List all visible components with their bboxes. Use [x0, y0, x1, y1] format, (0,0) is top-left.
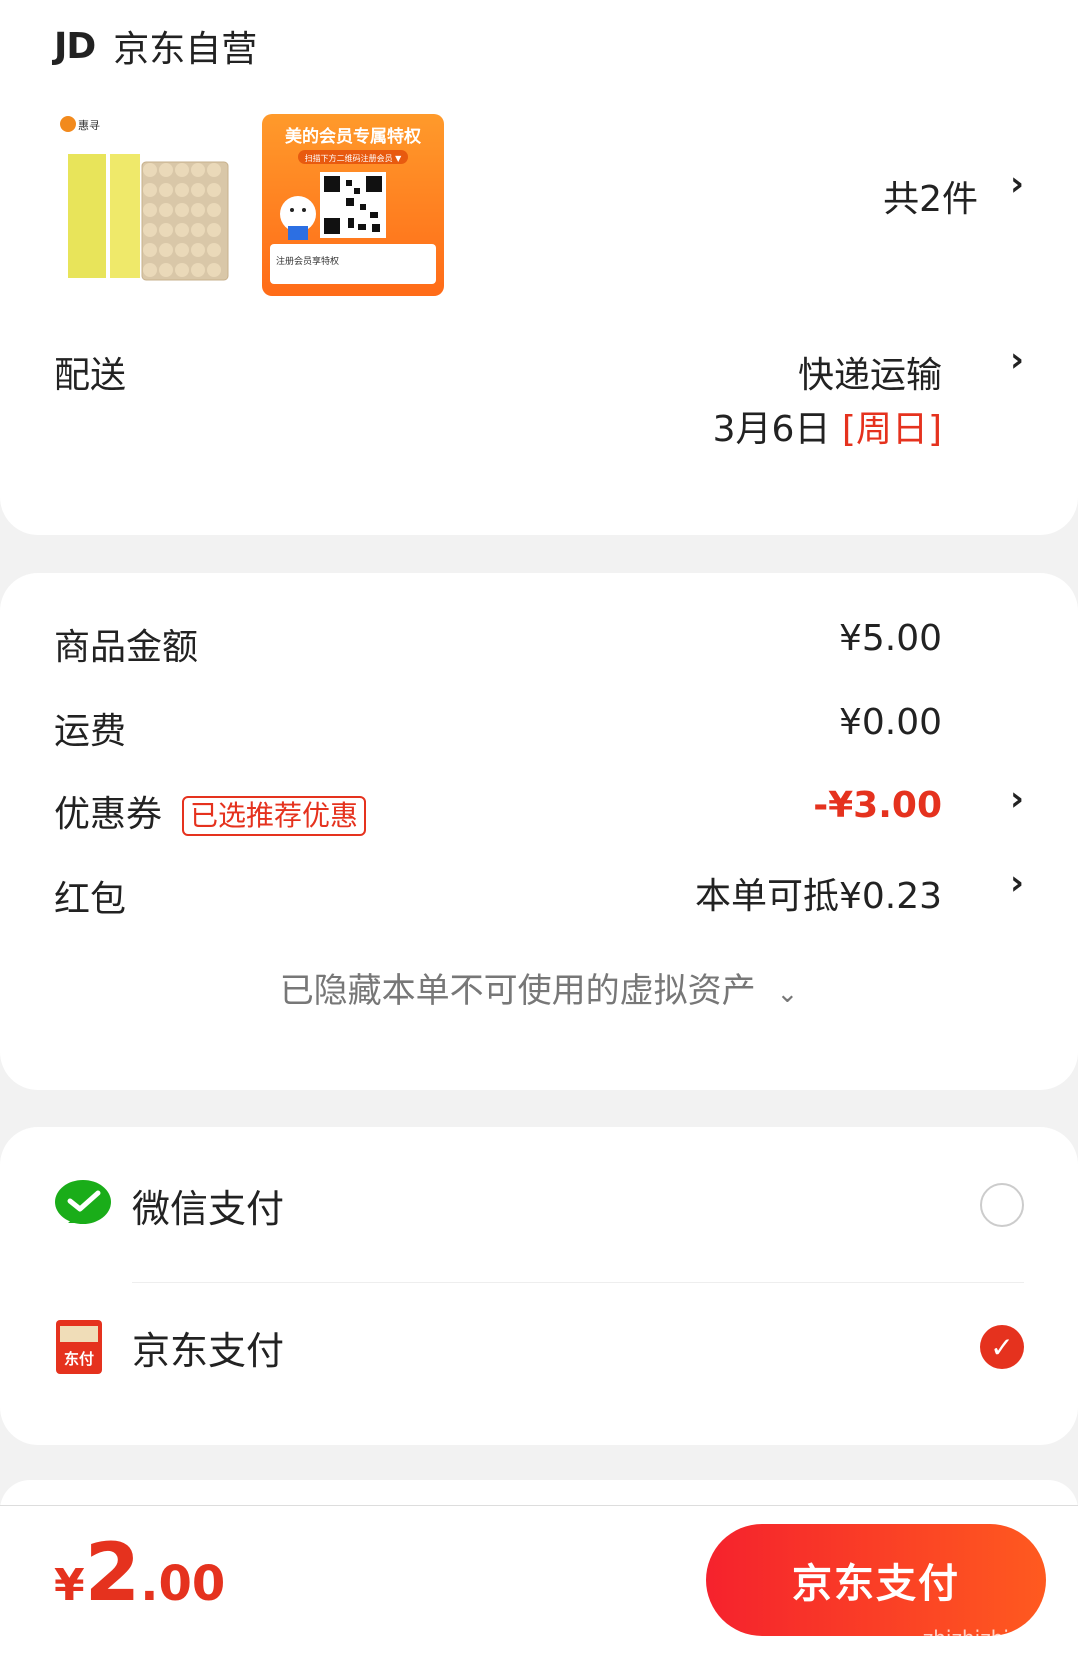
delivery-weekday: [周日] — [841, 409, 942, 450]
item-count[interactable]: 共2件 — [883, 170, 978, 222]
chevron-right-icon[interactable]: › — [1010, 863, 1024, 903]
coupon-value[interactable]: -¥3.00 — [813, 785, 942, 826]
brand-text: 惠寻 — [78, 118, 100, 132]
redpacket-label: 红包 — [54, 879, 127, 920]
svg-text:东付: 东付 — [64, 1350, 94, 1368]
total-price: ¥2.00 — [54, 1526, 225, 1619]
coupon-tag: 已选推荐优惠 — [182, 796, 367, 836]
tissue-product-image: 惠寻 — [60, 116, 229, 281]
promo-subtitle: 扫描下方二维码注册会员 ▼ — [305, 153, 403, 163]
redpacket-value[interactable]: 本单可抵¥0.23 — [695, 867, 942, 919]
watermark-text: zhizhizhi.com — [922, 1626, 1058, 1650]
total-integer: 2 — [84, 1526, 141, 1619]
member-card-image: 美的会员专属特权 扫描下方二维码注册会员 ▼ 注册会员享特权 — [270, 126, 436, 284]
chevron-right-icon[interactable]: › — [1010, 164, 1024, 204]
promo-title: 美的会员专属特权 — [285, 126, 422, 147]
payment-method-card: 微信支付 东付 京东支付 ✓ — [0, 1127, 1078, 1445]
radio-unselected[interactable] — [980, 1183, 1024, 1227]
product-thumbnail-member-card[interactable]: 美的会员专属特权 扫描下方二维码注册会员 ▼ 注册会员享特权 — [262, 114, 444, 296]
goods-amount-label: 商品金额 — [54, 627, 199, 668]
store-header: JD 京东自营 — [54, 20, 257, 72]
pay-button-label: 京东支付 — [792, 1561, 960, 1607]
payment-label: 微信支付 — [132, 1186, 285, 1231]
coupon-row[interactable]: 优惠券 已选推荐优惠 — [54, 785, 367, 837]
hidden-assets-toggle[interactable]: 已隐藏本单不可使用的虚拟资产 ⌄ — [0, 963, 1078, 1012]
divider — [132, 1282, 1024, 1283]
wechat-pay-icon — [55, 1180, 111, 1224]
total-decimal: .00 — [140, 1556, 226, 1612]
chevron-down-icon: ⌄ — [776, 979, 799, 1009]
coupon-label: 优惠券 — [54, 794, 163, 835]
pay-button[interactable]: 京东支付 — [706, 1524, 1046, 1636]
goods-amount-value: ¥5.00 — [838, 618, 942, 659]
jd-logo: JD — [54, 25, 96, 67]
total-currency: ¥ — [54, 1560, 85, 1611]
chevron-right-icon[interactable]: › — [1010, 340, 1024, 380]
delivery-method[interactable]: 快递运输 — [798, 346, 942, 398]
hidden-assets-text: 已隐藏本单不可使用的虚拟资产 — [279, 971, 756, 1011]
price-summary-card: 商品金额 ¥5.00 运费 ¥0.00 优惠券 已选推荐优惠 -¥3.00 › 红… — [0, 573, 1078, 1090]
delivery-date[interactable]: 3月6日 [周日] — [713, 400, 942, 452]
delivery-label: 配送 — [54, 355, 127, 396]
payment-option-jdpay[interactable]: 东付 京东支付 ✓ — [54, 1297, 1024, 1397]
shipping-value: ¥0.00 — [838, 702, 942, 743]
store-name: 京东自营 — [113, 29, 258, 70]
shipping-label: 运费 — [54, 711, 127, 752]
product-thumbnail-tissue[interactable]: 惠寻 — [54, 114, 236, 296]
delivery-date-text: 3月6日 — [712, 409, 831, 450]
payment-option-wechat[interactable]: 微信支付 — [54, 1155, 1024, 1255]
jd-pay-icon: 东付 — [56, 1320, 102, 1374]
payment-label: 京东支付 — [132, 1328, 285, 1373]
chevron-right-icon[interactable]: › — [1010, 779, 1024, 819]
radio-selected-check-icon[interactable]: ✓ — [980, 1325, 1024, 1369]
promo-bottom-text: 注册会员享特权 — [276, 255, 339, 267]
checkout-bar: ¥2.00 京东支付 zhizhizhi.com — [0, 1505, 1078, 1658]
store-card: JD 京东自营 惠寻 美的会员专属特权 扫描下方二维码注册会员 ▼ 注册会员享特… — [0, 0, 1078, 535]
